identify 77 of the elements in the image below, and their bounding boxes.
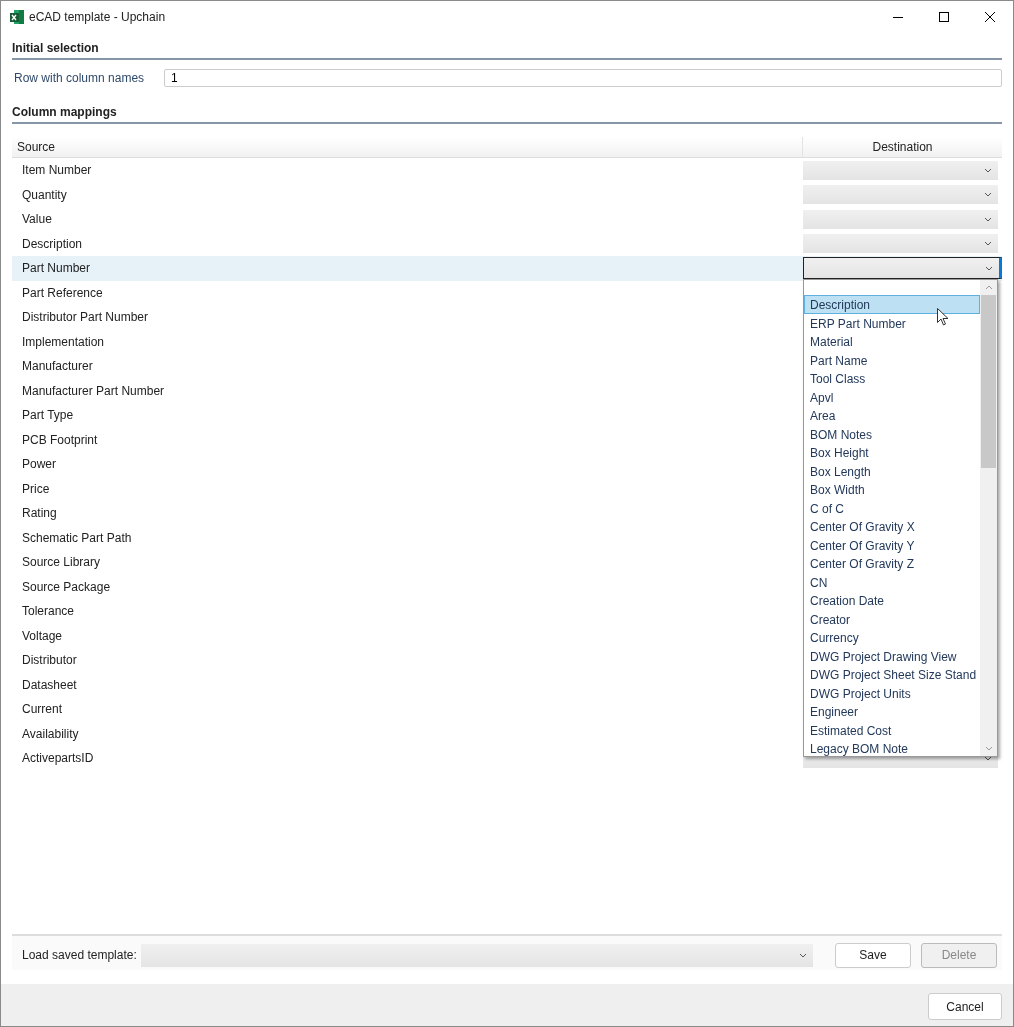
dropdown-option[interactable]: Material	[804, 332, 980, 351]
section-heading: Initial selection	[12, 32, 1002, 60]
scrollbar[interactable]	[980, 280, 997, 756]
chevron-icon	[984, 167, 992, 173]
source-cell-text: Quantity	[21, 187, 68, 202]
source-cell-text: Current	[21, 702, 63, 717]
dropdown-option[interactable]: BOM Notes	[804, 424, 980, 443]
section-heading: Column mappings	[12, 96, 1002, 124]
dropdown-option[interactable]: Center Of Gravity Y	[804, 535, 980, 554]
source-cell-text: Schematic Part Path	[21, 530, 133, 545]
cancel-button[interactable]: Cancel	[928, 993, 1002, 1020]
dropdown-option[interactable]: Creator	[804, 609, 980, 628]
chevron-icon	[984, 755, 992, 761]
source-cell-text: Item Number	[21, 163, 93, 178]
dropdown-option[interactable]: Box Width	[804, 480, 980, 499]
template-label: Load saved template:	[22, 948, 137, 962]
dropdown-option[interactable]: Box Length	[804, 461, 980, 480]
source-cell-text: Manufacturer	[21, 359, 94, 374]
dropdown-option[interactable]: DWG Project Drawing View	[804, 646, 980, 665]
dropdown-option[interactable]: Center Of Gravity X	[804, 517, 980, 536]
maximize-icon	[939, 11, 949, 22]
dropdown-option[interactable]: Center Of Gravity Z	[804, 554, 980, 573]
chevron-icon	[799, 952, 807, 958]
save-button[interactable]: Save	[835, 942, 911, 968]
source-cell-text: Power	[21, 457, 57, 472]
chevron-icon	[984, 192, 992, 198]
dropdown-option[interactable]: Currency	[804, 628, 980, 647]
close-icon	[985, 11, 995, 22]
dropdown-option[interactable]: Engineer	[804, 702, 980, 721]
dropdown-option[interactable]: Tool Class	[804, 369, 980, 388]
dropdown-option[interactable]: Estimated Cost	[804, 720, 980, 739]
source-cell-text: Distributor	[21, 653, 78, 668]
scroll-up-icon[interactable]	[984, 285, 993, 290]
source-cell-text: Tolerance	[21, 604, 76, 619]
dropdown-option[interactable]: Area	[804, 406, 980, 425]
destination-dropdown[interactable]	[803, 257, 1002, 280]
source-cell-text: Rating	[21, 506, 58, 521]
column-header: Destination	[871, 139, 934, 156]
cursor-icon	[937, 308, 949, 326]
dropdown-option[interactable]: DWG Project Sheet Size Stand	[804, 665, 980, 684]
scroll-down-icon[interactable]	[984, 746, 993, 751]
source-cell-text: Availability	[21, 726, 80, 741]
template-dropdown[interactable]	[140, 943, 813, 967]
dropdown-option[interactable]: Description	[804, 295, 980, 314]
source-cell-text: Datasheet	[21, 677, 78, 692]
dropdown-option[interactable]: Apvl	[804, 387, 980, 406]
source-cell-text: ActivepartsID	[21, 751, 95, 766]
source-cell-text: Price	[21, 481, 51, 496]
source-cell-text: Implementation	[21, 334, 106, 349]
chevron-icon	[984, 241, 992, 247]
source-cell-text: Part Type	[21, 408, 75, 423]
dropdown-option[interactable]: CN	[804, 572, 980, 591]
field-label: Row with column names	[13, 71, 146, 85]
chevron-icon	[984, 216, 992, 222]
chevron-icon	[985, 265, 993, 271]
dropdown-option[interactable]: Part Name	[804, 350, 980, 369]
dropdown-option[interactable]: Creation Date	[804, 591, 980, 610]
source-cell-text: Source Package	[21, 579, 112, 594]
source-cell-text: Distributor Part Number	[21, 310, 150, 325]
dropdown-option[interactable]: C of C	[804, 498, 980, 517]
source-cell-text: Voltage	[21, 628, 64, 643]
source-cell-text: Part Number	[21, 261, 92, 276]
source-cell-text: Manufacturer Part Number	[21, 383, 166, 398]
source-cell-text: Description	[21, 236, 84, 251]
dropdown-option[interactable]: Legacy BOM Note	[804, 739, 980, 756]
scrollbar-thumb[interactable]	[981, 295, 996, 468]
dropdown-option[interactable]: Box Height	[804, 443, 980, 462]
row-number-field[interactable]: 1	[164, 69, 1002, 87]
source-cell-text: Part Reference	[21, 285, 104, 300]
source-cell-text: Value	[21, 212, 53, 227]
column-header: Source	[12, 137, 803, 157]
window-title: eCAD template - Upchain	[29, 9, 166, 24]
source-cell-text: PCB Footprint	[21, 432, 99, 447]
spreadsheet-icon	[9, 8, 25, 25]
dropdown-option[interactable]: ERP Part Number	[804, 313, 980, 332]
source-cell-text: Source Library	[21, 555, 102, 570]
dropdown-option[interactable]: DWG Project Units	[804, 683, 980, 702]
